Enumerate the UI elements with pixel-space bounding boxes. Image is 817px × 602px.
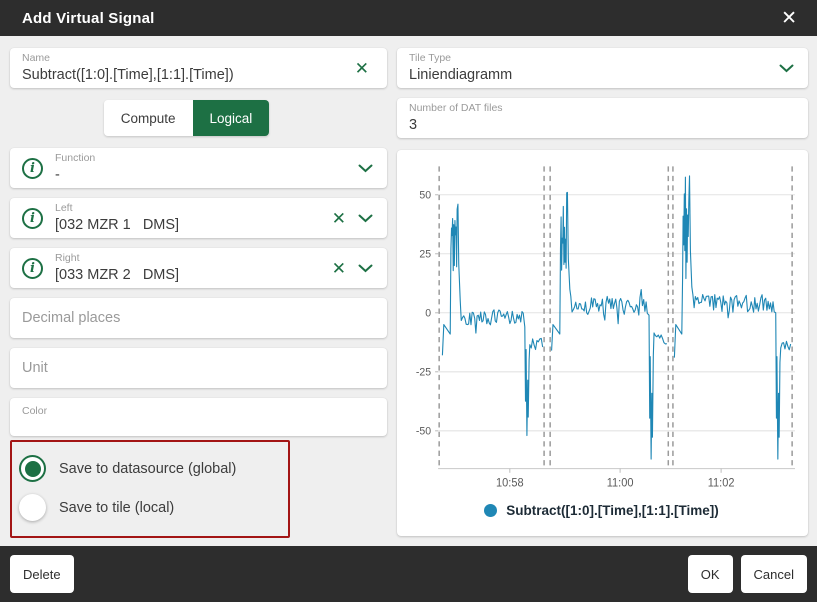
chevron-down-icon[interactable] bbox=[352, 214, 375, 223]
mode-toggle: Compute Logical bbox=[10, 100, 363, 136]
tile-type-dropdown[interactable]: Tile Type Liniendiagramm bbox=[397, 48, 808, 88]
unit-placeholder: Unit bbox=[22, 360, 375, 376]
dat-files-label: Number of DAT files bbox=[409, 102, 796, 115]
legend-dot-icon bbox=[484, 504, 497, 517]
chart-preview-card: 50 25 0 -25 -50 10:58 11:00 11:02 Subtract([1:0… bbox=[397, 150, 808, 536]
radio-button[interactable] bbox=[19, 455, 46, 482]
svg-text:0: 0 bbox=[425, 307, 431, 319]
svg-text:11:00: 11:00 bbox=[607, 477, 634, 489]
unit-input[interactable]: Unit bbox=[10, 348, 387, 388]
color-value bbox=[22, 418, 375, 436]
logical-tab[interactable]: Logical bbox=[193, 100, 270, 136]
dialog-titlebar: Add Virtual Signal ✕ bbox=[0, 0, 817, 36]
svg-text:25: 25 bbox=[419, 248, 431, 260]
save-scope-group: Save to datasource (global) Save to tile… bbox=[10, 440, 290, 538]
compute-tab[interactable]: Compute bbox=[104, 100, 193, 136]
chevron-down-icon[interactable] bbox=[352, 164, 375, 173]
color-input[interactable]: Color bbox=[10, 398, 387, 436]
clear-name-icon[interactable]: ✕ bbox=[349, 60, 375, 77]
legend-label: Subtract([1:0].[Time],[1:1].[Time]) bbox=[506, 503, 719, 518]
left-signal-value: [032 MZR 1 DMS] bbox=[55, 216, 326, 234]
info-icon: i bbox=[22, 258, 43, 279]
right-signal-dropdown[interactable]: i Right [033 MZR 2 DMS] ✕ bbox=[10, 248, 387, 288]
name-field[interactable]: Name Subtract([1:0].[Time],[1:1].[Time])… bbox=[10, 48, 387, 88]
svg-text:-50: -50 bbox=[416, 425, 431, 437]
dat-files-field[interactable]: Number of DAT files 3 bbox=[397, 98, 808, 138]
function-value: - bbox=[55, 166, 352, 184]
chart-legend: Subtract([1:0].[Time],[1:1].[Time]) bbox=[401, 497, 802, 530]
form-column: Name Subtract([1:0].[Time],[1:1].[Time])… bbox=[10, 48, 387, 536]
save-to-tile-label: Save to tile (local) bbox=[59, 500, 174, 516]
svg-text:50: 50 bbox=[419, 189, 431, 201]
preview-chart: 50 25 0 -25 -50 10:58 11:00 11:02 bbox=[401, 158, 802, 497]
decimal-places-input[interactable]: Decimal places bbox=[10, 298, 387, 338]
left-signal-dropdown[interactable]: i Left [032 MZR 1 DMS] ✕ bbox=[10, 198, 387, 238]
save-to-datasource-option[interactable]: Save to datasource (global) bbox=[19, 449, 276, 488]
tile-type-label: Tile Type bbox=[409, 52, 773, 65]
info-icon: i bbox=[22, 158, 43, 179]
close-icon[interactable]: ✕ bbox=[775, 7, 803, 30]
tile-type-value: Liniendiagramm bbox=[409, 66, 773, 84]
dialog-title: Add Virtual Signal bbox=[22, 10, 155, 27]
color-label: Color bbox=[22, 405, 375, 418]
svg-text:11:02: 11:02 bbox=[708, 477, 735, 489]
ok-button[interactable]: OK bbox=[688, 555, 733, 593]
right-signal-label: Right bbox=[55, 252, 326, 265]
name-field-value: Subtract([1:0].[Time],[1:1].[Time]) bbox=[22, 66, 349, 84]
save-to-tile-option[interactable]: Save to tile (local) bbox=[19, 488, 276, 527]
add-virtual-signal-dialog: Add Virtual Signal ✕ Name Subtract([1:0]… bbox=[0, 0, 817, 602]
right-signal-value: [033 MZR 2 DMS] bbox=[55, 266, 326, 284]
chevron-down-icon[interactable] bbox=[773, 64, 796, 73]
dialog-footer: Delete OK Cancel bbox=[0, 546, 817, 602]
clear-right-icon[interactable]: ✕ bbox=[326, 260, 352, 277]
dat-files-value: 3 bbox=[409, 116, 796, 134]
function-label: Function bbox=[55, 152, 352, 165]
clear-left-icon[interactable]: ✕ bbox=[326, 210, 352, 227]
save-to-datasource-label: Save to datasource (global) bbox=[59, 461, 236, 477]
dialog-body: Name Subtract([1:0].[Time],[1:1].[Time])… bbox=[0, 36, 817, 546]
cancel-button[interactable]: Cancel bbox=[741, 555, 807, 593]
delete-button[interactable]: Delete bbox=[10, 555, 74, 593]
name-field-label: Name bbox=[22, 52, 349, 65]
svg-text:-25: -25 bbox=[416, 366, 431, 378]
radio-button[interactable] bbox=[19, 494, 46, 521]
svg-text:10:58: 10:58 bbox=[496, 477, 524, 489]
decimal-places-placeholder: Decimal places bbox=[22, 310, 375, 326]
info-icon: i bbox=[22, 208, 43, 229]
function-dropdown[interactable]: i Function - bbox=[10, 148, 387, 188]
preview-column: Tile Type Liniendiagramm Number of DAT f… bbox=[397, 48, 808, 536]
left-signal-label: Left bbox=[55, 202, 326, 215]
chevron-down-icon[interactable] bbox=[352, 264, 375, 273]
